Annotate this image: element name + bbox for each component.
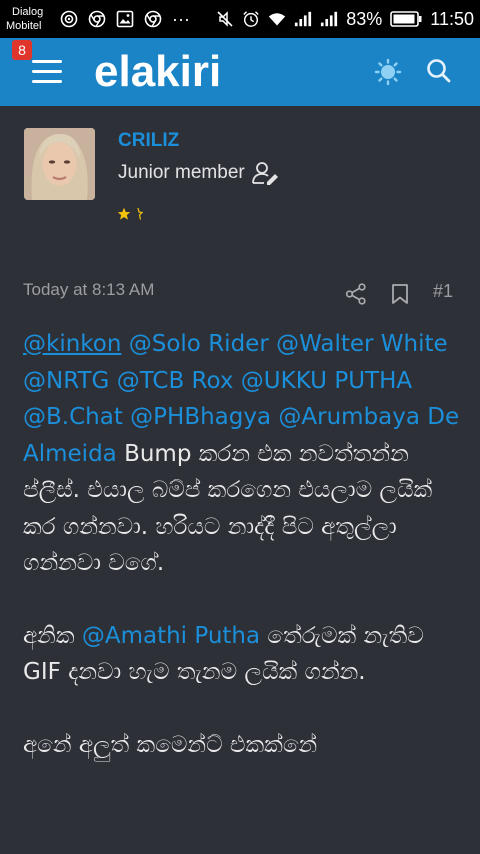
- post-text: අනේ අලුත් කමෙන්ට් එකක්නේ: [23, 731, 318, 758]
- carrier-line-2: Mobitel: [6, 20, 42, 32]
- carrier-label: Dialog Mobitel: [0, 5, 54, 33]
- share-button[interactable]: [345, 283, 367, 305]
- chrome-icon: [88, 10, 106, 28]
- post-timestamp[interactable]: Today at 8:13 AM: [23, 280, 154, 300]
- chrome-icon: [144, 10, 162, 28]
- star-icon: [117, 207, 131, 220]
- half-star-icon: [137, 207, 143, 220]
- menu-button[interactable]: [30, 58, 66, 86]
- mention-link[interactable]: @NRTG: [23, 368, 109, 394]
- rank-label: Junior member: [118, 162, 245, 183]
- signal-icon: [320, 10, 338, 28]
- bookmark-icon: [392, 284, 408, 304]
- target-icon: [60, 10, 78, 28]
- mention-link[interactable]: @Walter White: [276, 331, 448, 357]
- clock: 11:50: [430, 8, 474, 29]
- user-rank: Junior member: [118, 160, 281, 186]
- mention-link[interactable]: @TCB Rox: [117, 368, 234, 394]
- theme-toggle-icon: [374, 58, 402, 86]
- mention-link[interactable]: @UKKU PUTHA: [241, 368, 412, 394]
- signal-icon: [294, 10, 312, 28]
- theme-toggle-button[interactable]: [374, 58, 402, 86]
- app-bar: 8 elakiri: [0, 38, 480, 106]
- battery-percent: 83%: [346, 8, 383, 29]
- mention-link[interactable]: @B.Chat: [23, 404, 123, 430]
- hamburger-icon: [32, 80, 62, 83]
- mention-link[interactable]: @PHBhagya: [130, 404, 271, 430]
- share-icon: [345, 283, 366, 305]
- reputation-stars: [117, 207, 143, 221]
- mute-icon: [216, 10, 234, 28]
- mention-link[interactable]: @Amathi Putha: [82, 623, 260, 649]
- hamburger-icon: [32, 60, 62, 63]
- post-number-link[interactable]: #1: [433, 281, 453, 302]
- hamburger-icon: [32, 70, 62, 73]
- post-paragraph: අනික @Amathi Putha තේරුමක් නැතිව GIF දනව…: [23, 618, 463, 691]
- more-notifications: ···: [172, 8, 190, 29]
- username-link[interactable]: CRILIZ: [118, 130, 179, 152]
- post-paragraph: අනේ අලුත් කමෙන්ට් එකක්නේ: [23, 727, 463, 764]
- carrier-line-1: Dialog: [12, 6, 44, 18]
- status-bar: Dialog Mobitel ··· 83% 11:50: [0, 0, 480, 38]
- avatar[interactable]: [24, 128, 95, 200]
- alarm-icon: [242, 10, 260, 28]
- search-button[interactable]: [424, 56, 454, 86]
- search-icon: [427, 59, 451, 83]
- mention-link[interactable]: @Solo Rider: [129, 331, 269, 357]
- post-text: අනික: [23, 622, 75, 649]
- post-paragraph: @kinkon @Solo Rider @Walter White @NRTG …: [23, 326, 463, 582]
- site-logo[interactable]: elakiri: [94, 44, 221, 100]
- user-edit-icon: [251, 162, 278, 185]
- bookmark-button[interactable]: [389, 283, 411, 305]
- gallery-icon: [116, 10, 134, 28]
- post-content: @kinkon @Solo Rider @Walter White @NRTG …: [23, 326, 463, 763]
- mention-link[interactable]: @kinkon: [23, 331, 121, 357]
- battery-icon: [390, 10, 422, 28]
- notification-badge[interactable]: 8: [12, 40, 32, 60]
- wifi-icon: [268, 10, 286, 28]
